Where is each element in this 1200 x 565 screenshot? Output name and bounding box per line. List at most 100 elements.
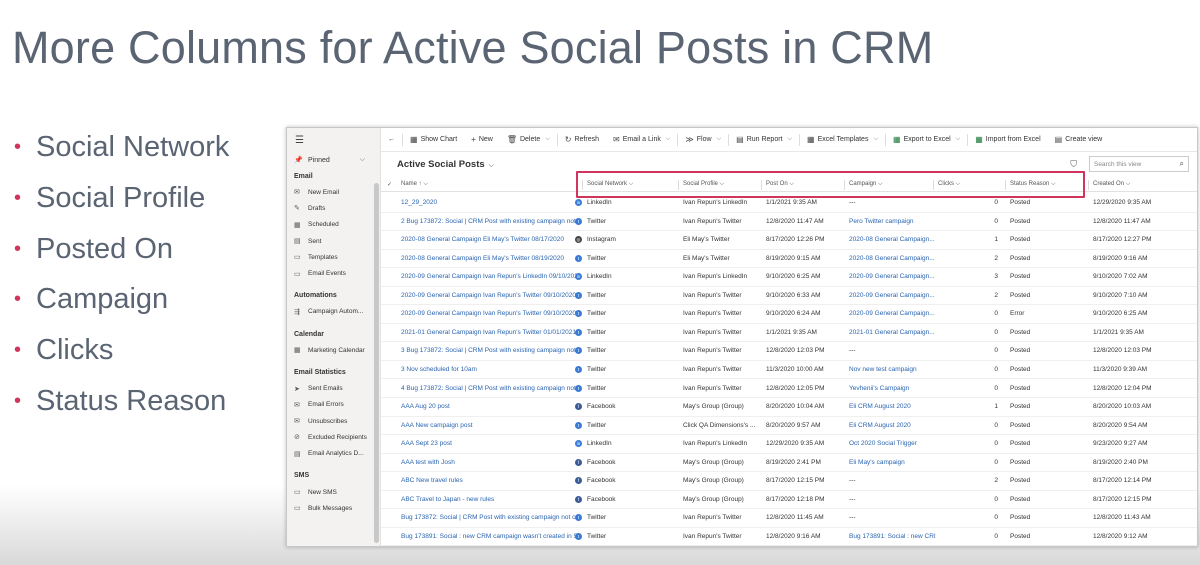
command-label: Excel Templates [817, 136, 869, 143]
create-view-button[interactable]: ▤ Create view [1048, 135, 1110, 144]
table-row[interactable]: 2020-08 General Campaign Eli May's Twitt… [381, 231, 1197, 250]
sidebar-item-campaign-autom-[interactable]: ⇶ Campaign Autom... [287, 304, 380, 320]
name-cell[interactable]: AAA New campaign post [401, 422, 577, 429]
table-row[interactable]: AAA Aug 20 post f Facebook May's Group (Gro… [381, 398, 1197, 417]
campaign-cell[interactable]: Yevhenii's Campaign [849, 385, 939, 392]
campaign-cell[interactable]: Bug 173891: Social : new CRI [849, 533, 939, 540]
name-cell[interactable]: 3 Bug 173872: Social | CRM Post with exi… [401, 347, 577, 354]
command-icon: ▦ [807, 135, 815, 144]
sidebar-item-templates[interactable]: ▭ Templates [287, 249, 380, 265]
campaign-cell[interactable]: 2020-09 General Campaign... [849, 292, 939, 299]
select-all-checkbox[interactable]: ✓ [387, 181, 392, 188]
search-icon[interactable]: ⌕ [1180, 159, 1184, 169]
sidebar-pinned[interactable]: 📌 Pinned ⌵ [287, 152, 380, 168]
campaign-cell[interactable]: Nov new test campaign [849, 366, 939, 373]
filter-icon[interactable]: ⛉ [1070, 159, 1077, 170]
search-input[interactable]: Search this view ⌕ [1089, 156, 1189, 172]
excel-templates-button[interactable]: ▦ Excel Templates ⌵ [800, 135, 885, 144]
social-network-cell: LinkedIn [587, 440, 612, 448]
sidebar-item-new-sms[interactable]: ▭ New SMS [287, 484, 380, 500]
sidebar-item-scheduled[interactable]: ▦ Scheduled [287, 217, 380, 233]
table-row[interactable]: 2020-09 General Campaign Ivan Repun's Li… [381, 268, 1197, 287]
sidebar-item-drafts[interactable]: ✎ Drafts [287, 200, 380, 216]
name-cell[interactable]: 2020-08 General Campaign Eli May's Twitt… [401, 236, 577, 243]
table-row[interactable]: 2020-08 General Campaign Eli May's Twitt… [381, 250, 1197, 269]
campaign-cell[interactable]: Pero Twitter campaign [849, 218, 939, 225]
sidebar-item-email-errors[interactable]: ✉ Email Errors [287, 397, 380, 413]
campaign-cell[interactable]: Eli CRM August 2020 [849, 403, 939, 410]
name-cell[interactable]: ABC New travel rules [401, 477, 577, 484]
sidebar-item-sent-emails[interactable]: ➤ Sent Emails [287, 380, 380, 396]
name-cell[interactable]: Bug 173891: Social : new CRM campaign wa… [401, 533, 577, 540]
export-to-excel-button[interactable]: ▦ Export to Excel ⌵ [886, 135, 967, 144]
sidebar-item-sent[interactable]: ▤ Sent [287, 233, 380, 249]
run-report-button[interactable]: ▤ Run Report ⌵ [729, 135, 799, 144]
name-cell[interactable]: 2020-09 General Campaign Ivan Repun's Tw… [401, 292, 577, 299]
name-cell[interactable]: 2021-01 General Campaign Ivan Repun's Tw… [401, 329, 577, 336]
sidebar-scrollbar[interactable] [374, 183, 379, 543]
sidebar-item-bulk-messages[interactable]: ▭ Bulk Messages [287, 500, 380, 516]
campaign-cell[interactable]: Eli May's campaign [849, 459, 939, 466]
table-row[interactable]: Bug 173891: Social : new CRM campaign wa… [381, 528, 1197, 546]
campaign-cell[interactable]: 2020-09 General Campaign... [849, 310, 939, 317]
name-cell[interactable]: AAA Sept 23 post [401, 440, 577, 447]
name-cell[interactable]: ABC Travel to Japan - new rules [401, 496, 577, 503]
table-row[interactable]: Bug 173872: Social | CRM Post with exist… [381, 509, 1197, 528]
campaign-cell[interactable]: Eli CRM August 2020 [849, 422, 939, 429]
name-cell[interactable]: 3 Nov scheduled for 10am [401, 366, 577, 373]
name-cell[interactable]: 2020-09 General Campaign Ivan Repun's Li… [401, 273, 577, 280]
social-network-cell: Facebook [587, 495, 616, 503]
name-cell[interactable]: AAA Aug 20 post [401, 403, 577, 410]
campaign-cell[interactable]: Oct 2020 Social Trigger [849, 440, 939, 447]
table-row[interactable]: 3 Nov scheduled for 10am t Twitter Ivan Rep… [381, 361, 1197, 380]
back-button[interactable]: ← [381, 136, 402, 143]
table-row[interactable]: 2 Bug 173872: Social | CRM Post with exi… [381, 213, 1197, 232]
sidebar-item-excluded-recipients[interactable]: ⊘ Excluded Recipients [287, 429, 380, 445]
flow-button[interactable]: ≫ Flow ⌵ [678, 135, 728, 144]
social-profile-cell: Ivan Repun's Twitter [683, 347, 742, 355]
chevron-down-icon: ⌵ [1124, 181, 1131, 187]
table-row[interactable]: ABC New travel rules f Facebook May's Group… [381, 472, 1197, 491]
column-header-name[interactable]: Name ↑ ⌵ [401, 181, 428, 188]
view-selector[interactable]: Active Social Posts ⌵ [397, 159, 494, 170]
refresh-button[interactable]: ↻ Refresh [558, 135, 606, 144]
table-row[interactable]: 4 Bug 173872: Social | CRM Post with exi… [381, 380, 1197, 399]
table-row[interactable]: 2020-09 General Campaign Ivan Repun's Tw… [381, 305, 1197, 324]
table-row[interactable]: 2020-09 General Campaign Ivan Repun's Tw… [381, 287, 1197, 306]
name-cell[interactable]: Bug 173872: Social | CRM Post with exist… [401, 514, 577, 521]
menu-icon[interactable]: ☰ [287, 128, 380, 152]
sidebar-item-email-events[interactable]: ▭ Email Events [287, 265, 380, 281]
sidebar-item-marketing-calendar[interactable]: ▦ Marketing Calendar [287, 342, 380, 358]
sidebar-item-unsubscribes[interactable]: ✉ Unsubscribes [287, 413, 380, 429]
social-network-cell: Twitter [587, 328, 607, 336]
post-on-cell: 8/17/2020 12:26 PM [766, 236, 825, 244]
table-row[interactable]: ABC Travel to Japan - new rules f Facebook… [381, 491, 1197, 510]
name-cell[interactable]: 2 Bug 173872: Social | CRM Post with exi… [401, 218, 577, 225]
show-chart-button[interactable]: ▦ Show Chart [403, 135, 464, 144]
name-cell[interactable]: AAA test with Josh [401, 459, 577, 466]
import-from-excel-button[interactable]: ▦ Import from Excel [968, 135, 1047, 144]
name-cell[interactable]: 2020-09 General Campaign Ivan Repun's Tw… [401, 310, 577, 317]
name-cell[interactable]: 4 Bug 173872: Social | CRM Post with exi… [401, 385, 577, 392]
campaign-cell[interactable]: 2021-01 General Campaign... [849, 329, 939, 336]
status-reason-cell: Posted [1010, 403, 1031, 411]
social-profile-cell: Ivan Repun's Twitter [683, 514, 742, 522]
table-row[interactable]: 2021-01 General Campaign Ivan Repun's Tw… [381, 324, 1197, 343]
table-row[interactable]: AAA Sept 23 post in LinkedIn Ivan Repun's L… [381, 435, 1197, 454]
sidebar-item-new-email[interactable]: ✉ New Email [287, 184, 380, 200]
delete-button[interactable]: 🗑 Delete ⌵ [500, 135, 557, 144]
column-header-created-on[interactable]: Created On ⌵ [1093, 181, 1130, 188]
email-a-link-button[interactable]: ✉ Email a Link ⌵ [606, 135, 677, 144]
new-button[interactable]: + New [464, 135, 500, 144]
name-cell[interactable]: 12_29_2020 [401, 199, 577, 206]
sidebar-item-email-analytics-d-[interactable]: ▤ Email Analytics D... [287, 446, 380, 462]
table-row[interactable]: AAA test with Josh f Facebook May's Group (… [381, 454, 1197, 473]
twitter-icon: t [575, 310, 582, 318]
table-row[interactable]: 3 Bug 173872: Social | CRM Post with exi… [381, 342, 1197, 361]
social-profile-cell: May's Group (Group) [683, 495, 744, 503]
campaign-cell[interactable]: 2020-08 General Campaign... [849, 255, 939, 262]
campaign-cell[interactable]: 2020-09 General Campaign... [849, 273, 939, 280]
table-row[interactable]: AAA New campaign post t Twitter Click QA Di… [381, 417, 1197, 436]
campaign-cell[interactable]: 2020-08 General Campaign... [849, 236, 939, 243]
name-cell[interactable]: 2020-08 General Campaign Eli May's Twitt… [401, 255, 577, 262]
